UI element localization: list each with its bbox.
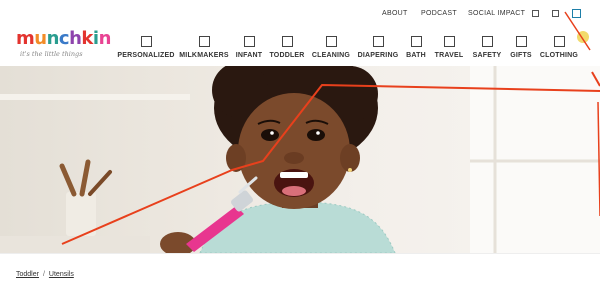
cleaning-icon xyxy=(325,36,337,47)
nav-label: BATH xyxy=(406,52,426,59)
nav-label: PERSONALIZED xyxy=(117,52,175,59)
bath-icon xyxy=(410,36,422,47)
podcast-link[interactable]: PODCAST xyxy=(421,10,457,17)
nav-label: CLEANING xyxy=(311,52,351,59)
breadcrumb-utensils-link[interactable]: Utensils xyxy=(49,271,74,278)
nav-item-personalized[interactable]: PERSONALIZED xyxy=(117,36,175,59)
nav-item-safety[interactable]: SAFETY xyxy=(473,36,501,59)
clothing-icon xyxy=(553,36,565,47)
nav-item-gifts[interactable]: GIFTS xyxy=(509,36,533,59)
nav-label: TRAVEL xyxy=(434,52,464,59)
nav-label: TODDLER xyxy=(269,52,305,59)
teeth xyxy=(280,172,308,178)
nav-item-milkmakers[interactable]: MILKMAKERS xyxy=(179,36,229,59)
nav-item-infant[interactable]: INFANT xyxy=(236,36,262,59)
nav-label: GIFTS xyxy=(510,52,532,59)
toddler-icon xyxy=(281,36,293,47)
hero-banner xyxy=(0,66,600,253)
breadcrumb-toddler-link[interactable]: Toddler xyxy=(16,271,39,278)
nav-label: CLOTHING xyxy=(539,52,579,59)
wooden-spoon xyxy=(88,170,112,196)
eye-highlight xyxy=(316,131,320,135)
shirt xyxy=(200,202,395,253)
diapering-icon xyxy=(372,36,384,47)
nav-label: SAFETY xyxy=(472,52,502,59)
milkmakers-icon xyxy=(198,36,210,47)
wooden-spoon xyxy=(79,159,91,197)
shelf xyxy=(0,94,190,100)
wooden-spoon xyxy=(59,163,77,197)
search-icon[interactable] xyxy=(572,9,581,18)
nav-item-bath[interactable]: BATH xyxy=(405,36,427,59)
personalized-icon xyxy=(140,36,152,47)
nav-item-clothing[interactable]: CLOTHING xyxy=(540,36,578,59)
nav-label: MILKMAKERS xyxy=(179,52,229,59)
eye xyxy=(261,129,279,141)
main-navigation: PERSONALIZED MILKMAKERS INFANT TODDLER C… xyxy=(0,36,600,66)
breadcrumb: Toddler / Utensils xyxy=(16,271,74,278)
nav-item-toddler[interactable]: TODDLER xyxy=(269,36,305,59)
eye xyxy=(307,129,325,141)
hero-image xyxy=(0,66,600,253)
nav-item-cleaning[interactable]: CLEANING xyxy=(312,36,350,59)
divider xyxy=(0,253,600,254)
about-link[interactable]: ABOUT xyxy=(382,10,408,17)
nav-label: INFANT xyxy=(235,52,263,59)
breadcrumb-separator: / xyxy=(42,271,45,278)
utility-bar: ABOUT PODCAST SOCIAL IMPACT xyxy=(0,0,600,30)
nav-label: DIAPERING xyxy=(357,52,399,59)
gifts-icon xyxy=(515,36,527,47)
utensil-jar xyxy=(66,192,96,236)
infant-icon xyxy=(243,36,255,47)
tongue xyxy=(282,186,306,196)
safety-icon xyxy=(481,36,493,47)
nav-item-travel[interactable]: TRAVEL xyxy=(435,36,463,59)
ear xyxy=(340,144,360,172)
cursor-highlight-icon xyxy=(577,31,589,43)
travel-icon xyxy=(443,36,455,47)
account-icon[interactable] xyxy=(532,10,539,17)
nav-item-diapering[interactable]: DIAPERING xyxy=(357,36,399,59)
cart-icon[interactable] xyxy=(552,10,559,17)
earring xyxy=(348,168,352,172)
nose xyxy=(284,152,304,164)
eye-highlight xyxy=(270,131,274,135)
social-impact-link[interactable]: SOCIAL IMPACT xyxy=(468,10,525,17)
